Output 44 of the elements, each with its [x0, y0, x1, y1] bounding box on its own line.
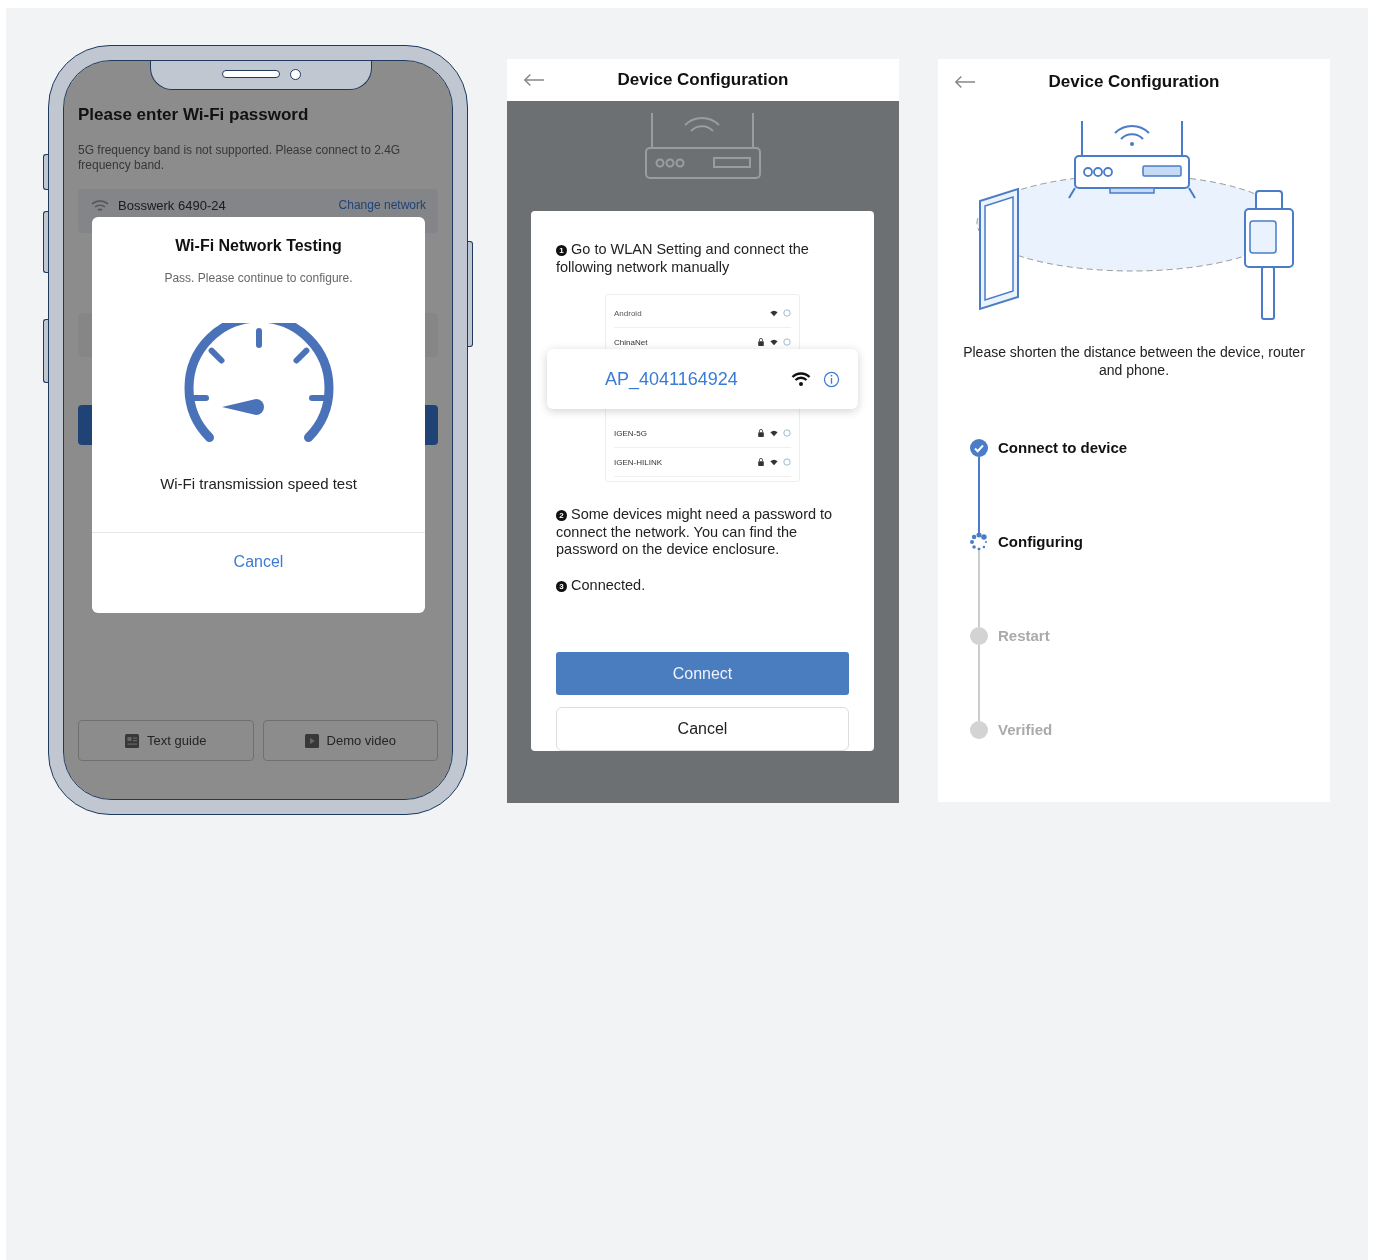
wifi-icon [770, 429, 778, 437]
page-title: Device Configuration [1048, 72, 1220, 92]
change-network-link[interactable]: Change network [338, 198, 426, 213]
cancel-button[interactable]: Cancel [223, 553, 294, 571]
dialog-title: Wi-Fi Network Testing [175, 237, 342, 255]
cancel-button[interactable]: Cancel [556, 707, 849, 751]
guide-button[interactable]: Text guide [78, 720, 254, 761]
network-row: Android [614, 299, 791, 328]
connect-button[interactable]: Connect [556, 651, 849, 696]
speed-test-caption: Wi-Fi transmission speed test [160, 475, 357, 492]
page-title: Device Configuration [617, 70, 789, 90]
network-name: AP_4041164924 [605, 368, 739, 390]
instruction-step: 1 Go to WLAN Setting and connect the following network manually [556, 241, 849, 276]
play-icon [304, 733, 319, 748]
back-arrow-icon[interactable] [954, 75, 976, 89]
lock-icon [757, 429, 765, 437]
screen-title: Please enter Wi-Fi password [78, 105, 310, 125]
guide-button[interactable]: Demo video [262, 720, 438, 761]
network-row: IGEN-5G [614, 419, 791, 448]
back-arrow-icon[interactable] [523, 73, 545, 87]
instruction-step: 2 Some devices might need a password to connect the network. You can find the password on the device enclosure. [556, 506, 849, 559]
document-icon [125, 733, 140, 748]
network-name: Bosswerk 6490-24 [118, 198, 227, 213]
lock-icon [757, 338, 765, 346]
wifi-icon [791, 371, 811, 387]
info-icon [823, 370, 840, 388]
distance-hint: Please shorten the distance between the device, router and phone. [962, 343, 1306, 379]
step-label: Verified [998, 721, 1053, 740]
dialog-status: Pass. Please continue to configure. [164, 271, 353, 285]
network-row: IGEN-HILINK [614, 448, 791, 477]
info-icon [783, 338, 791, 346]
wifi-icon [90, 198, 110, 214]
info-icon [783, 429, 791, 437]
wifi-icon [770, 338, 778, 346]
band-hint: 5G frequency band is not supported. Please connect to 2.4G frequency band. [78, 143, 402, 173]
info-icon [783, 309, 791, 317]
wifi-icon [770, 309, 778, 317]
info-icon [783, 458, 791, 466]
step-label: Connect to device [998, 439, 1128, 458]
wifi-icon [770, 458, 778, 466]
step-label: Restart [998, 627, 1050, 646]
lock-icon [757, 458, 765, 466]
step-label: Configuring [998, 533, 1083, 552]
instruction-step: 3 Connected. [556, 576, 849, 624]
